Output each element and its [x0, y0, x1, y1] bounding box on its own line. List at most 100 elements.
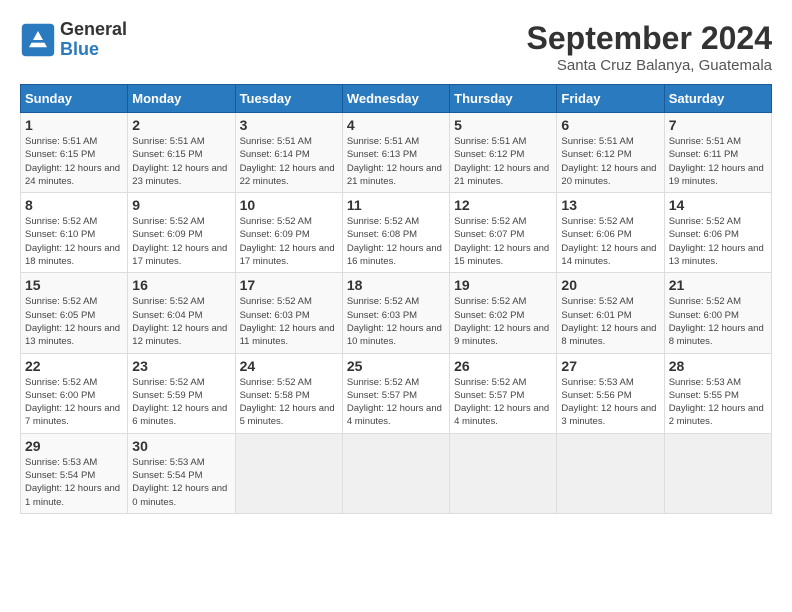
- day-info: Sunrise: 5:53 AMSunset: 5:55 PMDaylight:…: [669, 376, 767, 429]
- day-info: Sunrise: 5:52 AMSunset: 6:03 PMDaylight:…: [347, 295, 445, 348]
- day-info: Sunrise: 5:53 AMSunset: 5:54 PMDaylight:…: [132, 456, 230, 509]
- day-info: Sunrise: 5:53 AMSunset: 5:56 PMDaylight:…: [561, 376, 659, 429]
- calendar-empty-cell: [664, 433, 771, 513]
- day-number: 6: [561, 117, 659, 133]
- day-number: 14: [669, 197, 767, 213]
- calendar-week-4: 22 Sunrise: 5:52 AMSunset: 6:00 PMDayligh…: [21, 353, 772, 433]
- day-info: Sunrise: 5:52 AMSunset: 6:00 PMDaylight:…: [25, 376, 123, 429]
- day-info: Sunrise: 5:51 AMSunset: 6:12 PMDaylight:…: [561, 135, 659, 188]
- day-info: Sunrise: 5:51 AMSunset: 6:13 PMDaylight:…: [347, 135, 445, 188]
- day-number: 1: [25, 117, 123, 133]
- day-info: Sunrise: 5:52 AMSunset: 6:07 PMDaylight:…: [454, 215, 552, 268]
- day-number: 15: [25, 277, 123, 293]
- day-info: Sunrise: 5:51 AMSunset: 6:15 PMDaylight:…: [132, 135, 230, 188]
- weekday-header-wednesday: Wednesday: [342, 85, 449, 113]
- day-info: Sunrise: 5:53 AMSunset: 5:54 PMDaylight:…: [25, 456, 123, 509]
- page-header: General Blue September 2024 Santa Cruz B…: [20, 20, 772, 74]
- day-number: 4: [347, 117, 445, 133]
- calendar-day-14: 14Sunrise: 5:52 AMSunset: 6:06 PMDayligh…: [664, 193, 771, 273]
- calendar-empty-cell: [235, 433, 342, 513]
- day-info: Sunrise: 5:52 AMSunset: 6:09 PMDaylight:…: [132, 215, 230, 268]
- day-number: 27: [561, 358, 659, 374]
- calendar-day-19: 19 Sunrise: 5:52 AMSunset: 6:02 PMDayligh…: [450, 273, 557, 353]
- calendar-day-23: 23 Sunrise: 5:52 AMSunset: 5:59 PMDayligh…: [128, 353, 235, 433]
- calendar-day-20: 20 Sunrise: 5:52 AMSunset: 6:01 PMDayligh…: [557, 273, 664, 353]
- calendar-day-26: 26Sunrise: 5:52 AMSunset: 5:57 PMDayligh…: [450, 353, 557, 433]
- day-info: Sunrise: 5:52 AMSunset: 5:59 PMDaylight:…: [132, 376, 230, 429]
- calendar-week-1: 1 Sunrise: 5:51 AMSunset: 6:15 PMDaylight…: [21, 113, 772, 193]
- day-number: 21: [669, 277, 767, 293]
- calendar-day-9: 9 Sunrise: 5:52 AMSunset: 6:09 PMDaylight…: [128, 193, 235, 273]
- day-number: 9: [132, 197, 230, 213]
- day-info: Sunrise: 5:52 AMSunset: 6:02 PMDaylight:…: [454, 295, 552, 348]
- day-number: 11: [347, 197, 445, 213]
- day-number: 2: [132, 117, 230, 133]
- day-info: Sunrise: 5:52 AMSunset: 6:10 PMDaylight:…: [25, 215, 123, 268]
- day-number: 22: [25, 358, 123, 374]
- calendar-day-3: 3 Sunrise: 5:51 AMSunset: 6:14 PMDaylight…: [235, 113, 342, 193]
- calendar-week-3: 15Sunrise: 5:52 AMSunset: 6:05 PMDayligh…: [21, 273, 772, 353]
- calendar-day-27: 27 Sunrise: 5:53 AMSunset: 5:56 PMDayligh…: [557, 353, 664, 433]
- calendar-day-28: 28 Sunrise: 5:53 AMSunset: 5:55 PMDayligh…: [664, 353, 771, 433]
- calendar-day-21: 21 Sunrise: 5:52 AMSunset: 6:00 PMDayligh…: [664, 273, 771, 353]
- calendar-empty-cell: [342, 433, 449, 513]
- logo-text: General Blue: [60, 20, 127, 60]
- calendar-day-16: 16 Sunrise: 5:52 AMSunset: 6:04 PMDayligh…: [128, 273, 235, 353]
- logo-line1: General: [60, 20, 127, 40]
- day-number: 23: [132, 358, 230, 374]
- day-info: Sunrise: 5:52 AMSunset: 6:01 PMDaylight:…: [561, 295, 659, 348]
- day-info: Sunrise: 5:51 AMSunset: 6:14 PMDaylight:…: [240, 135, 338, 188]
- calendar-day-30: 30 Sunrise: 5:53 AMSunset: 5:54 PMDayligh…: [128, 433, 235, 513]
- calendar-day-5: 5 Sunrise: 5:51 AMSunset: 6:12 PMDaylight…: [450, 113, 557, 193]
- calendar-empty-cell: [450, 433, 557, 513]
- weekday-header-friday: Friday: [557, 85, 664, 113]
- day-number: 12: [454, 197, 552, 213]
- day-info: Sunrise: 5:52 AMSunset: 6:06 PMDaylight:…: [561, 215, 659, 268]
- calendar-day-15: 15Sunrise: 5:52 AMSunset: 6:05 PMDayligh…: [21, 273, 128, 353]
- day-info: Sunrise: 5:52 AMSunset: 5:58 PMDaylight:…: [240, 376, 338, 429]
- day-number: 19: [454, 277, 552, 293]
- day-info: Sunrise: 5:51 AMSunset: 6:11 PMDaylight:…: [669, 135, 767, 188]
- day-number: 26: [454, 358, 552, 374]
- day-info: Sunrise: 5:51 AMSunset: 6:12 PMDaylight:…: [454, 135, 552, 188]
- calendar-day-11: 11 Sunrise: 5:52 AMSunset: 6:08 PMDayligh…: [342, 193, 449, 273]
- day-info: Sunrise: 5:52 AMSunset: 6:00 PMDaylight:…: [669, 295, 767, 348]
- calendar-empty-cell: [557, 433, 664, 513]
- day-number: 13: [561, 197, 659, 213]
- day-info: Sunrise: 5:52 AMSunset: 6:09 PMDaylight:…: [240, 215, 338, 268]
- day-info: Sunrise: 5:52 AMSunset: 6:08 PMDaylight:…: [347, 215, 445, 268]
- day-number: 18: [347, 277, 445, 293]
- weekday-header-tuesday: Tuesday: [235, 85, 342, 113]
- day-number: 25: [347, 358, 445, 374]
- day-number: 28: [669, 358, 767, 374]
- calendar-day-25: 25 Sunrise: 5:52 AMSunset: 5:57 PMDayligh…: [342, 353, 449, 433]
- calendar-table: SundayMondayTuesdayWednesdayThursdayFrid…: [20, 84, 772, 514]
- weekday-header-row: SundayMondayTuesdayWednesdayThursdayFrid…: [21, 85, 772, 113]
- weekday-header-thursday: Thursday: [450, 85, 557, 113]
- day-number: 16: [132, 277, 230, 293]
- weekday-header-saturday: Saturday: [664, 85, 771, 113]
- calendar-day-4: 4 Sunrise: 5:51 AMSunset: 6:13 PMDaylight…: [342, 113, 449, 193]
- day-number: 10: [240, 197, 338, 213]
- calendar-day-24: 24Sunrise: 5:52 AMSunset: 5:58 PMDayligh…: [235, 353, 342, 433]
- day-info: Sunrise: 5:52 AMSunset: 5:57 PMDaylight:…: [347, 376, 445, 429]
- calendar-day-1: 1Sunrise: 5:51 AMSunset: 6:15 PMDaylight…: [21, 113, 128, 193]
- title-block: September 2024 Santa Cruz Balanya, Guate…: [527, 20, 772, 74]
- day-number: 7: [669, 117, 767, 133]
- day-number: 30: [132, 438, 230, 454]
- calendar-day-8: 8Sunrise: 5:52 AMSunset: 6:10 PMDaylight…: [21, 193, 128, 273]
- logo-icon: [20, 22, 56, 58]
- day-number: 20: [561, 277, 659, 293]
- calendar-title: September 2024: [527, 20, 772, 57]
- day-number: 3: [240, 117, 338, 133]
- day-number: 17: [240, 277, 338, 293]
- day-info: Sunrise: 5:52 AMSunset: 6:03 PMDaylight:…: [240, 295, 338, 348]
- day-number: 5: [454, 117, 552, 133]
- day-info: Sunrise: 5:52 AMSunset: 6:04 PMDaylight:…: [132, 295, 230, 348]
- calendar-day-17: 17 Sunrise: 5:52 AMSunset: 6:03 PMDayligh…: [235, 273, 342, 353]
- logo-line2: Blue: [60, 40, 127, 60]
- calendar-day-22: 22 Sunrise: 5:52 AMSunset: 6:00 PMDayligh…: [21, 353, 128, 433]
- calendar-day-10: 10 Sunrise: 5:52 AMSunset: 6:09 PMDayligh…: [235, 193, 342, 273]
- calendar-week-5: 29Sunrise: 5:53 AMSunset: 5:54 PMDayligh…: [21, 433, 772, 513]
- calendar-day-7: 7 Sunrise: 5:51 AMSunset: 6:11 PMDaylight…: [664, 113, 771, 193]
